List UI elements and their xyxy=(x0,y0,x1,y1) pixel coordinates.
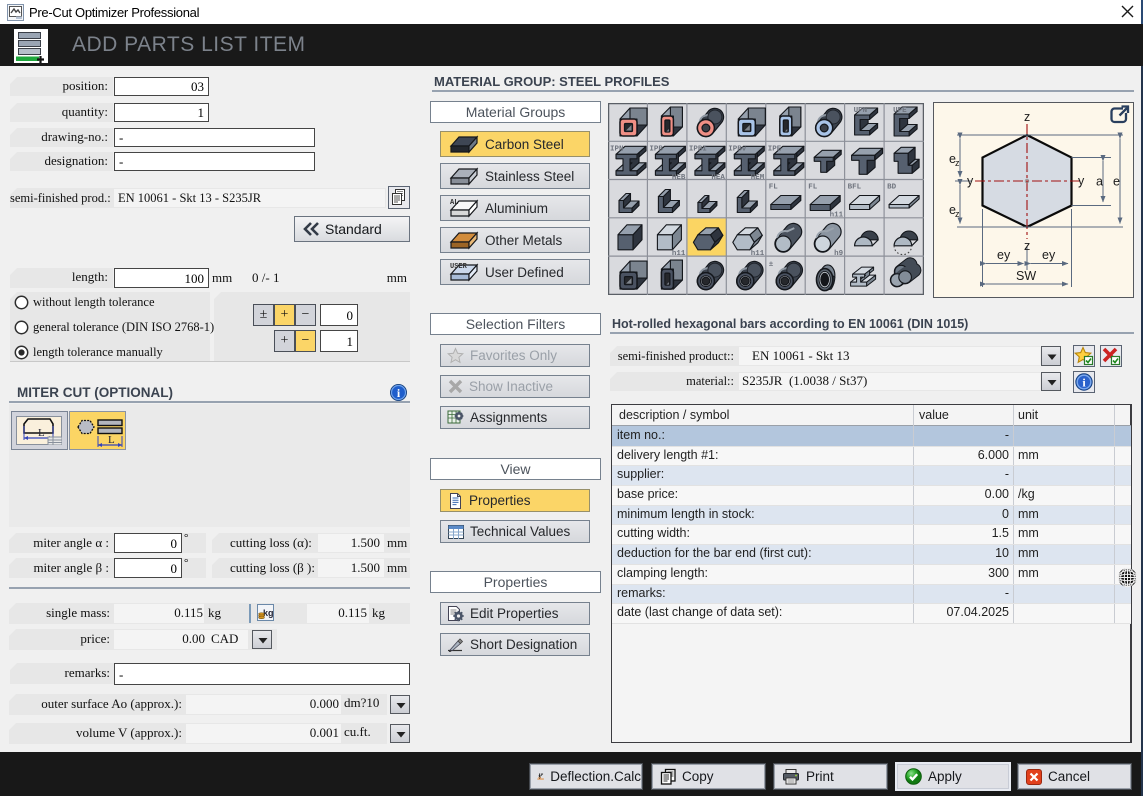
svg-text:h11: h11 xyxy=(830,212,844,220)
svg-text:BFL: BFL xyxy=(848,184,862,192)
svg-text:y: y xyxy=(1078,174,1085,188)
svg-text:IPB: IPB xyxy=(649,145,663,153)
svg-text:UPE: UPE xyxy=(893,107,907,115)
svg-text:FL: FL xyxy=(769,184,779,192)
svg-text:ey: ey xyxy=(1042,248,1056,262)
svg-text:IPN: IPN xyxy=(610,145,624,153)
svg-text:IPE: IPE xyxy=(768,145,782,153)
svg-text:a: a xyxy=(1096,175,1103,189)
svg-text:e: e xyxy=(1113,175,1120,189)
svg-text:IPBI: IPBI xyxy=(689,145,707,153)
svg-text:L: L xyxy=(108,434,115,446)
svg-text:ey: ey xyxy=(997,248,1011,262)
svg-text:z: z xyxy=(1024,239,1030,253)
svg-text:z: z xyxy=(955,209,960,219)
svg-text:HEA: HEA xyxy=(711,174,725,182)
svg-text:HEB: HEB xyxy=(672,174,686,182)
svg-text:h11: h11 xyxy=(751,250,765,258)
svg-text:y: y xyxy=(967,174,974,188)
svg-text:SW: SW xyxy=(1016,269,1036,283)
svg-text:HEM: HEM xyxy=(751,174,765,182)
svg-text:z: z xyxy=(1024,110,1030,124)
svg-text:AL: AL xyxy=(450,199,458,207)
svg-text:z: z xyxy=(955,158,960,168)
svg-text:IPBv: IPBv xyxy=(728,145,747,153)
svg-text:kg: kg xyxy=(263,608,273,618)
svg-text:h9: h9 xyxy=(834,250,844,258)
svg-text:FL: FL xyxy=(808,184,818,192)
svg-text:F: F xyxy=(541,773,544,777)
svg-text:USER: USER xyxy=(450,263,468,271)
svg-text:h11: h11 xyxy=(672,250,686,258)
svg-text:±: ± xyxy=(769,261,774,269)
svg-text:BD: BD xyxy=(887,184,897,192)
svg-text:UPN: UPN xyxy=(854,107,868,115)
svg-text:L: L xyxy=(38,427,45,439)
